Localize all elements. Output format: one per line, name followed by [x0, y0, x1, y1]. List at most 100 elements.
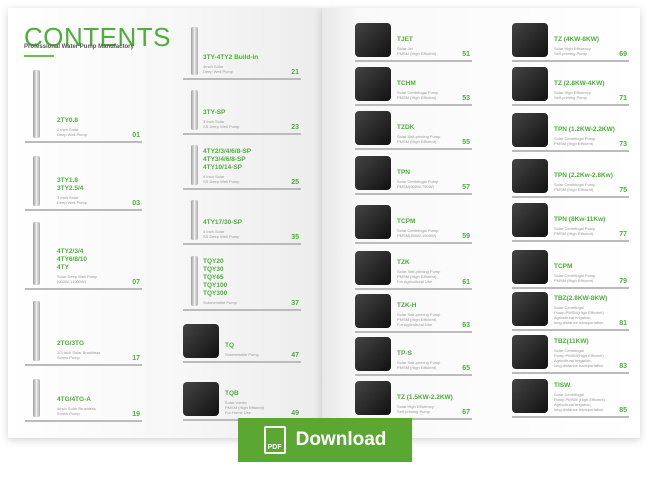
product-description: Submersible Pump — [225, 352, 259, 357]
contents-entry[interactable]: 4TY2/3/4 4TY6/8/10 4TY Solar Deep Well P… — [25, 215, 142, 290]
pump-image — [512, 379, 548, 413]
contents-entry[interactable]: TPN Solar Centrifugal Pump PMSM(600W-750… — [355, 153, 472, 195]
contents-entry[interactable]: TBZ(2.8KW-8KW) Solar Centrifugal Pump PM… — [512, 289, 629, 331]
product-description: Solar Centrifugal Pump PMSM (High Effici… — [397, 90, 439, 100]
page-number: 83 — [619, 363, 627, 370]
contents-entry[interactable]: 3TY1.8 3TY2.5/4 3 Inch Solar Deep Well P… — [25, 149, 142, 211]
contents-entry[interactable]: TQY20 TQY30 TQY65 TQY100 TQY300 Submersi… — [183, 249, 301, 311]
page-number: 61 — [462, 279, 470, 286]
divider — [355, 242, 472, 244]
page-number: 79 — [619, 278, 627, 285]
download-button[interactable]: PDF Download — [238, 418, 412, 462]
product-description: Solar Self-priming Pump PMSM (High Effic… — [397, 134, 441, 144]
product-name: TCPM — [397, 218, 416, 225]
contents-entry[interactable]: 3TY-4TY2 Build-in 4Inch Solar Deep Well … — [183, 20, 301, 80]
contents-entry[interactable]: TCPM Solar Centrifugal Pump PMSM (High E… — [512, 245, 629, 289]
product-name: TZ (2.8KW-4KW) — [554, 80, 605, 87]
product-description: Solar Centrifugal Pump PMSM(450W-1500W) — [397, 228, 439, 238]
contents-entry[interactable]: TPN (2.2Kw-2.8Kw) Solar Centrifugal Pump… — [512, 154, 629, 198]
contents-entry[interactable]: TZDK Solar Self-priming Pump PMSM (High … — [355, 108, 472, 150]
contents-entry[interactable]: TZK-H Solar Self-priming Pump PMSM (High… — [355, 291, 472, 333]
page-number: 01 — [132, 132, 140, 139]
page-number: 73 — [619, 141, 627, 148]
divider — [183, 78, 301, 80]
contents-entry[interactable]: 4TG/4TG-A 4Inch Solar Brushless Screw Pu… — [25, 372, 142, 422]
product-name: 3TY-4TY2 Build-in — [203, 54, 259, 61]
divider — [512, 104, 629, 106]
page-number: 55 — [462, 139, 470, 146]
pump-image — [355, 111, 391, 145]
product-description: Solar High Efficiency Self-priming Pump — [554, 90, 591, 100]
pump-image — [191, 90, 198, 130]
pump-image — [512, 203, 548, 237]
pump-image — [33, 156, 40, 206]
product-name: TBZ(11KW) — [554, 338, 589, 345]
contents-entry[interactable]: 2TY0.8 2 Inch Solar Deep Well Pump 01 — [25, 63, 142, 143]
product-description: 4Inch Solar Deep Well Pump — [203, 64, 233, 74]
contents-entry[interactable]: 4TY17/30-SP 4 Inch Solar SS Deep Well Pu… — [183, 193, 301, 245]
product-description: Solar Centrifugal Pump PMSM(High Efficie… — [554, 305, 604, 325]
contents-entry[interactable]: TQB Solar Vortex PMSM (High Efficient) F… — [183, 366, 301, 421]
contents-entry[interactable]: TPN (8Kw-11Kw) Solar Centrifugal Pump PM… — [512, 200, 629, 242]
contents-entry[interactable]: TZ (2.8KW-4KW) Solar High Efficiency Sel… — [512, 64, 629, 106]
pdf-file-icon: PDF — [263, 426, 286, 454]
contents-entry[interactable]: 3TY-SP 3 Inch Solar SS Deep Well Pump 23 — [183, 83, 301, 135]
divider — [25, 364, 142, 366]
product-name: TZ (1.5KW-2.2KW) — [397, 394, 453, 401]
contents-entry[interactable]: TISW Solar Centrifugal Pump PMSM (High E… — [512, 376, 629, 418]
product-name: TZ (4KW-8KW) — [554, 36, 599, 43]
pump-image — [355, 23, 391, 57]
product-name: 4TY2/3/4/6/8-SP 4TY3/4/6/8-SP 4TY10/14-S… — [203, 148, 252, 171]
page-number: 37 — [291, 300, 299, 307]
contents-entry[interactable]: TZ (1.5KW-2.2KW) Solar High Efficiency S… — [355, 378, 472, 420]
product-description: Solar Centrifugal Pump PMSM (High Effici… — [554, 136, 596, 146]
divider — [512, 150, 629, 152]
contents-entry[interactable]: TZK Solar Self-priming Pump PMSM (High E… — [355, 246, 472, 290]
product-description: Solar Centrifugal Pump PMSM (High Effici… — [554, 392, 605, 412]
page-number: 81 — [619, 320, 627, 327]
contents-entry[interactable]: TZ (4KW-8KW) Solar High Efficiency Self-… — [512, 18, 629, 62]
contents-entry[interactable]: TCHM Solar Centrifugal Pump PMSM (High E… — [355, 64, 472, 106]
contents-entry[interactable]: TPN (1.2KW-2.2KW) Solar Centrifugal Pump… — [512, 108, 629, 152]
download-label: Download — [295, 429, 387, 450]
product-description: Solar Centrifugal Pump PMSM (High Effici… — [554, 273, 596, 283]
product-name: TPN — [397, 169, 410, 176]
contents-entry[interactable]: TCPM Solar Centrifugal Pump PMSM(450W-15… — [355, 199, 472, 244]
page-number: 19 — [132, 411, 140, 418]
page-subtitle: Professional Water Pump Manufactory — [24, 44, 134, 50]
page-number: 03 — [132, 200, 140, 207]
pump-image — [512, 159, 548, 193]
contents-entry[interactable]: 4TY2/3/4/6/8-SP 4TY3/4/6/8-SP 4TY10/14-S… — [183, 138, 301, 190]
product-description: Solar Vortex PMSM (High Efficient) For H… — [225, 400, 265, 415]
product-name: TZK — [397, 259, 410, 266]
pump-image — [183, 382, 219, 416]
pump-image — [355, 205, 391, 239]
product-description: Solar Self-priming Pump PMSM (High Effic… — [397, 312, 441, 327]
product-name: 4TG/4TG-A — [57, 396, 91, 403]
product-description: Solar High Efficiency Self-priming Pump — [554, 46, 591, 56]
title-accent-line — [24, 55, 54, 57]
contents-entry[interactable]: TBZ(11KW) Solar Centrifugal Pump PMSM(Hi… — [512, 332, 629, 374]
contents-entry[interactable]: TJET Solar Jet PMSM (High Efficient) 51 — [355, 18, 472, 62]
product-description: Solar High Efficiency Self-priming Pump — [397, 404, 434, 414]
pump-image — [191, 27, 198, 75]
pump-image — [355, 156, 391, 190]
product-description: Solar Self-priming Pump PMSM (High Effic… — [397, 360, 441, 370]
divider — [512, 60, 629, 62]
divider — [355, 288, 472, 290]
pump-image — [33, 301, 40, 361]
page-number: 57 — [462, 184, 470, 191]
page-number: 71 — [619, 95, 627, 102]
page-number: 53 — [462, 95, 470, 102]
product-name: TJET — [397, 36, 413, 43]
divider — [512, 372, 629, 374]
divider — [25, 420, 142, 422]
contents-entry[interactable]: 2TG/3TG 2/3 Inch Solar Brushless Screw P… — [25, 294, 142, 366]
contents-entry[interactable]: TQ Submersible Pump 47 — [183, 315, 301, 363]
page-number: 49 — [291, 410, 299, 417]
page-number: 63 — [462, 322, 470, 329]
contents-entry[interactable]: TP-S Solar Self-priming Pump PMSM (High … — [355, 334, 472, 376]
divider — [183, 309, 301, 311]
divider — [183, 361, 301, 363]
divider — [512, 416, 629, 418]
